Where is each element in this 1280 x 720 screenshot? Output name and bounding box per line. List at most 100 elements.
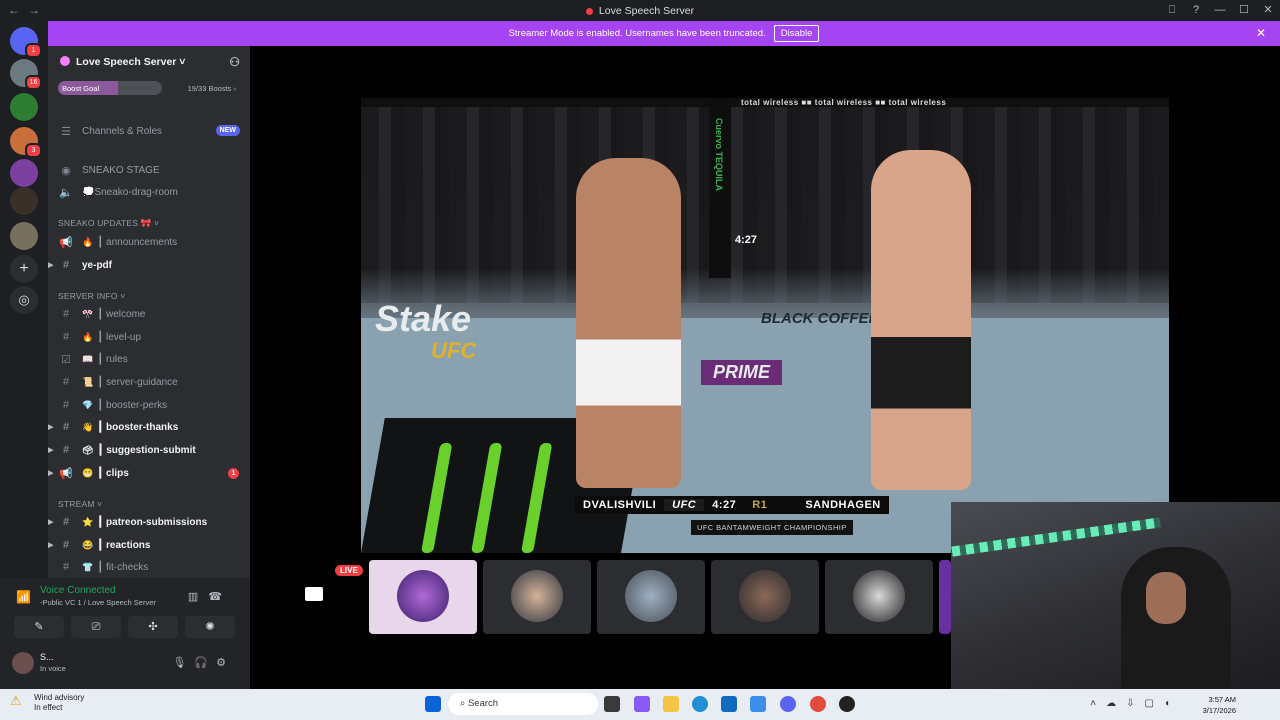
- webcam-overlay: [951, 502, 1280, 689]
- voice-panel: 📶 Voice Connected -Public VC 1 / Love Sp…: [0, 578, 250, 689]
- system-tray[interactable]: ˄☁⇩▢◖: [1090, 698, 1180, 709]
- channel-booster-thanks[interactable]: ▶ # 👋 ┃ booster-thanks: [48, 417, 250, 437]
- noise-suppression-icon[interactable]: ▥: [188, 591, 208, 603]
- minimize-button[interactable]: —: [1208, 0, 1232, 21]
- disable-button[interactable]: Disable: [773, 25, 820, 42]
- channel-sneako-drag-room[interactable]: 🔈 💭Sneako-drag-room: [48, 182, 250, 202]
- participant-tile[interactable]: [939, 560, 951, 634]
- participant-tile[interactable]: [483, 560, 591, 634]
- event-subtitle: UFC BANTAMWEIGHT CHAMPIONSHIP: [691, 520, 853, 535]
- channels-roles-item[interactable]: ☰ Channels & Roles NEW: [48, 121, 250, 141]
- stream-video[interactable]: total wireless ■■ total wireless ■■ tota…: [361, 98, 1169, 553]
- channel-label: ┃ booster-perks: [97, 399, 168, 411]
- server-icon[interactable]: [10, 93, 38, 121]
- hash-icon: #: [62, 399, 70, 411]
- category-sneako-stage[interactable]: ◉ SNEAKO STAGE: [48, 160, 250, 180]
- avatar[interactable]: [12, 652, 34, 674]
- discord-taskbar-icon[interactable]: [780, 696, 796, 712]
- banner-close-icon[interactable]: ✕: [1256, 26, 1266, 40]
- channel-fit-checks[interactable]: # 👕 ┃ fit-checks: [48, 557, 250, 577]
- participant-tile[interactable]: [825, 560, 933, 634]
- star-icon: ⭐: [82, 516, 94, 527]
- boost-goal[interactable]: Boost Goal 19/33 Boosts ›: [58, 80, 240, 96]
- headphones-icon[interactable]: 🎧: [194, 657, 216, 669]
- add-member-icon[interactable]: ⚇: [229, 55, 240, 69]
- close-button[interactable]: ✕: [1256, 0, 1280, 21]
- server-icon[interactable]: 16: [10, 59, 42, 90]
- inbox-icon[interactable]: ⎕: [1160, 0, 1184, 21]
- chrome-icon[interactable]: [810, 696, 826, 712]
- maximize-button[interactable]: ☐: [1232, 0, 1256, 21]
- server-icon[interactable]: [10, 222, 38, 250]
- taskbar-search[interactable]: ⌕ Search: [448, 693, 598, 715]
- category-server-info[interactable]: SERVER INFO ˅: [58, 291, 125, 301]
- voice-channel-label[interactable]: -Public VC 1 / Love Speech Server: [40, 598, 156, 607]
- explore-icon[interactable]: ◎: [10, 286, 38, 314]
- participant-tile[interactable]: [711, 560, 819, 634]
- server-icon[interactable]: [10, 159, 38, 187]
- notification-badge: 1: [25, 43, 42, 58]
- camera-off-button[interactable]: ✎: [14, 616, 64, 638]
- channel-patreon-submissions[interactable]: ▶ # ⭐ ┃ patreon-submissions: [48, 512, 250, 532]
- server-header[interactable]: Love Speech Server ˅ ⚇: [48, 46, 250, 78]
- windows-start-icon[interactable]: [425, 696, 441, 712]
- voice-connected-label[interactable]: Voice Connected: [40, 585, 116, 596]
- hash-icon: #: [62, 539, 70, 551]
- clock-date: 3/17/2026: [1202, 706, 1236, 715]
- stream-stage[interactable]: total wireless ■■ total wireless ■■ tota…: [250, 46, 1280, 689]
- channel-rules[interactable]: ☑ 📖 ┃ rules: [48, 349, 250, 369]
- channel-booster-perks[interactable]: # 💎 ┃ booster-perks: [48, 395, 250, 415]
- weather-widget[interactable]: ⚠ Wind advisory In effect: [10, 693, 84, 713]
- mic-icon[interactable]: 🎙: [172, 657, 194, 669]
- signal-icon[interactable]: 📶: [16, 590, 31, 604]
- unread-arrow-icon: ▶: [48, 424, 54, 431]
- copilot-icon[interactable]: [634, 696, 650, 712]
- fighter-left: [576, 158, 681, 488]
- server-icon[interactable]: 3: [10, 127, 42, 158]
- soundboard-button[interactable]: ✺: [185, 616, 235, 638]
- notification-badge: 16: [25, 75, 42, 90]
- flame-icon: 🔥: [82, 331, 94, 342]
- help-icon[interactable]: ?: [1184, 0, 1208, 21]
- channel-announcements[interactable]: 📢 🔥 ┃ announcements: [48, 232, 250, 252]
- channel-reactions[interactable]: ▶ # 😂 ┃ reactions: [48, 535, 250, 555]
- hash-icon: #: [62, 376, 70, 388]
- led-lights: [951, 517, 1161, 557]
- app-icon[interactable]: [750, 696, 766, 712]
- disconnect-icon[interactable]: ☎: [208, 591, 232, 603]
- add-server-icon[interactable]: +: [10, 255, 38, 283]
- round-clock: 4:27: [712, 499, 737, 511]
- discord-home-icon[interactable]: 1: [10, 27, 42, 58]
- channel-welcome[interactable]: # 🎌 ┃ welcome: [48, 304, 250, 324]
- window-title: Love Speech Server: [0, 5, 1280, 17]
- channel-server-guidance[interactable]: # 📜 ┃ server-guidance: [48, 372, 250, 392]
- category-sneako-updates[interactable]: SNEAKO UPDATES 🎀 ˅: [58, 218, 159, 229]
- screen-share-button[interactable]: ⎚: [71, 616, 121, 638]
- task-view-icon[interactable]: [604, 696, 620, 712]
- activities-button[interactable]: ✣: [128, 616, 178, 638]
- channel-label: ┃ rules: [97, 353, 128, 365]
- participant-tile[interactable]: [597, 560, 705, 634]
- channel-label: ┃ welcome: [97, 308, 146, 320]
- settings-gear-icon[interactable]: ⚙: [216, 657, 234, 669]
- category-stream[interactable]: STREAM ˅: [58, 499, 102, 509]
- participant-avatar: [397, 570, 449, 622]
- channel-clips[interactable]: ▶ 📢 😁 ┃ clips 1: [48, 463, 250, 483]
- weather-title: Wind advisory: [34, 693, 85, 702]
- file-explorer-icon[interactable]: [663, 696, 679, 712]
- channel-suggestion-submit[interactable]: ▶ # 🗳 ┃ suggestion-submit: [48, 440, 250, 460]
- unread-arrow-icon: ▶: [48, 519, 54, 526]
- participant-tile[interactable]: [369, 560, 477, 634]
- claw-mark: [521, 443, 553, 553]
- wave-hand-icon: 👋: [82, 421, 94, 432]
- taskbar-clock[interactable]: 3:57 AM 3/17/2026: [1203, 694, 1236, 716]
- channel-level-up[interactable]: # 🔥 ┃ level-up: [48, 327, 250, 347]
- server-icon[interactable]: [10, 187, 38, 215]
- store-icon[interactable]: [721, 696, 737, 712]
- live-badge: LIVE: [335, 565, 363, 576]
- edge-icon[interactable]: [692, 696, 708, 712]
- search-placeholder: Search: [467, 698, 499, 709]
- ballot-icon: 🗳: [82, 444, 94, 455]
- channel-ye-pdf[interactable]: ▶ # ye-pdf: [48, 255, 250, 275]
- app-icon[interactable]: [839, 696, 855, 712]
